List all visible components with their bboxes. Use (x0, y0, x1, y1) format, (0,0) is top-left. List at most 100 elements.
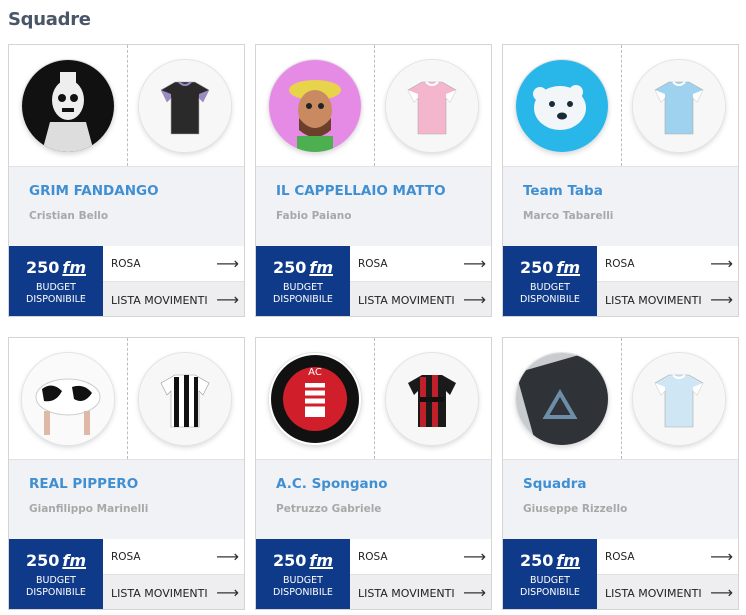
dashed-divider (127, 338, 128, 459)
red-crest-logo-icon[interactable]: AC (269, 353, 361, 445)
sky-blue-jersey-icon (633, 60, 725, 152)
budget-box: 250 fm BUDGET DISPONIBILE (503, 539, 597, 609)
rosa-link[interactable]: ROSA ⟶ (597, 539, 738, 575)
budget-amount: 250 (519, 551, 554, 570)
movimenti-label: LISTA MOVIMENTI (358, 586, 455, 600)
owner-name: Petruzzo Gabriele (276, 503, 382, 515)
budget-box: 250 fm BUDGET DISPONIBILE (256, 246, 350, 316)
dashed-divider (621, 338, 622, 459)
arrow-right-icon: ⟶ (216, 253, 239, 273)
rosa-label: ROSA (111, 550, 141, 563)
dark-photo-logo-icon[interactable] (516, 353, 608, 445)
currency-suffix: fm (62, 551, 87, 570)
svg-text:AC: AC (308, 367, 322, 378)
team-actions: 250 fm BUDGET DISPONIBILE ROSA ⟶ LISTA MOV… (503, 246, 738, 316)
owner-name: Cristian Bello (29, 210, 109, 222)
team-card: REAL PIPPERO Gianfilippo Marinelli 250 fm… (8, 337, 245, 610)
budget-box: 250 fm BUDGET DISPONIBILE (9, 246, 103, 316)
budget-box: 250 fm BUDGET DISPONIBILE (503, 246, 597, 316)
team-info: Team Taba Marco Tabarelli (503, 166, 738, 246)
team-info: A.C. Spongano Petruzzo Gabriele (256, 459, 491, 539)
budget-value: 250 fm (503, 258, 597, 277)
team-card: Squadra Giuseppe Rizzello 250 fm BUDGET DI… (502, 337, 739, 610)
rosa-label: ROSA (605, 550, 635, 563)
team-links: ROSA ⟶ LISTA MOVIMENTI ⟶ (597, 246, 738, 316)
owner-name: Fabio Paiano (276, 210, 352, 222)
budget-label: BUDGET DISPONIBILE (273, 282, 333, 305)
team-card: Team Taba Marco Tabarelli 250 fm BUDGET DI… (502, 44, 739, 317)
budget-box: 250 fm BUDGET DISPONIBILE (9, 539, 103, 609)
movimenti-link[interactable]: LISTA MOVIMENTI ⟶ (103, 282, 244, 316)
team-actions: 250 fm BUDGET DISPONIBILE ROSA ⟶ LISTA MOV… (256, 539, 491, 609)
budget-amount: 250 (272, 258, 307, 277)
team-name-link[interactable]: REAL PIPPERO (29, 476, 138, 492)
budget-label: BUDGET DISPONIBILE (273, 575, 333, 598)
team-images (256, 45, 491, 166)
arrow-right-icon: ⟶ (463, 546, 486, 566)
team-card: GRIM FANDANGO Cristian Bello 250 fm BUDGE… (8, 44, 245, 317)
budget-amount: 250 (25, 551, 60, 570)
dashed-divider (374, 338, 375, 459)
team-name-link[interactable]: Team Taba (523, 183, 603, 199)
budget-value: 250 fm (9, 258, 103, 277)
movimenti-label: LISTA MOVIMENTI (111, 586, 208, 600)
page-title: Squadre (8, 9, 91, 30)
team-name-link[interactable]: A.C. Spongano (276, 476, 388, 492)
arrow-right-icon: ⟶ (710, 290, 733, 309)
rosa-label: ROSA (605, 257, 635, 270)
team-card: AC A.C. Spongano Petruzzo Gabriele 250 fm… (255, 337, 492, 610)
arrow-right-icon: ⟶ (710, 583, 733, 602)
rosa-link[interactable]: ROSA ⟶ (350, 539, 491, 575)
cow-logo-icon[interactable] (22, 353, 114, 445)
team-images: AC (256, 338, 491, 459)
rosa-link[interactable]: ROSA ⟶ (350, 246, 491, 282)
movimenti-label: LISTA MOVIMENTI (111, 293, 208, 307)
currency-suffix: fm (309, 258, 334, 277)
currency-suffix: fm (556, 551, 581, 570)
team-info: REAL PIPPERO Gianfilippo Marinelli (9, 459, 244, 539)
light-blue-jersey-icon (633, 353, 725, 445)
movimenti-link[interactable]: LISTA MOVIMENTI ⟶ (350, 282, 491, 316)
budget-value: 250 fm (256, 258, 350, 277)
team-info: Squadra Giuseppe Rizzello (503, 459, 738, 539)
owner-name: Giuseppe Rizzello (523, 503, 628, 515)
team-actions: 250 fm BUDGET DISPONIBILE ROSA ⟶ LISTA MOV… (9, 539, 244, 609)
arrow-right-icon: ⟶ (710, 546, 733, 566)
arrow-right-icon: ⟶ (463, 253, 486, 273)
pink-white-jersey-icon (386, 60, 478, 152)
budget-label: BUDGET DISPONIBILE (520, 575, 580, 598)
black-white-stripes-jersey-icon (139, 353, 231, 445)
arrow-right-icon: ⟶ (216, 583, 239, 602)
team-actions: 250 fm BUDGET DISPONIBILE ROSA ⟶ LISTA MOV… (9, 246, 244, 316)
arrow-right-icon: ⟶ (216, 290, 239, 309)
budget-amount: 250 (519, 258, 554, 277)
team-links: ROSA ⟶ LISTA MOVIMENTI ⟶ (103, 246, 244, 316)
movimenti-link[interactable]: LISTA MOVIMENTI ⟶ (597, 575, 738, 609)
owner-name: Marco Tabarelli (523, 210, 614, 222)
team-name-link[interactable]: IL CAPPELLAIO MATTO (276, 183, 446, 199)
arrow-right-icon: ⟶ (710, 253, 733, 273)
rosa-label: ROSA (111, 257, 141, 270)
budget-amount: 250 (272, 551, 307, 570)
movimenti-link[interactable]: LISTA MOVIMENTI ⟶ (597, 282, 738, 316)
mad-hatter-logo-icon[interactable] (269, 60, 361, 152)
budget-value: 250 fm (503, 551, 597, 570)
team-links: ROSA ⟶ LISTA MOVIMENTI ⟶ (103, 539, 244, 609)
team-name-link[interactable]: GRIM FANDANGO (29, 183, 159, 199)
team-links: ROSA ⟶ LISTA MOVIMENTI ⟶ (350, 539, 491, 609)
arrow-right-icon: ⟶ (216, 546, 239, 566)
rosa-link[interactable]: ROSA ⟶ (103, 246, 244, 282)
movimenti-label: LISTA MOVIMENTI (605, 586, 702, 600)
skeleton-logo-icon[interactable] (22, 60, 114, 152)
team-actions: 250 fm BUDGET DISPONIBILE ROSA ⟶ LISTA MOV… (503, 539, 738, 609)
budget-amount: 250 (25, 258, 60, 277)
rosa-link[interactable]: ROSA ⟶ (103, 539, 244, 575)
arrow-right-icon: ⟶ (463, 290, 486, 309)
team-name-link[interactable]: Squadra (523, 476, 587, 492)
rosa-link[interactable]: ROSA ⟶ (597, 246, 738, 282)
movimenti-link[interactable]: LISTA MOVIMENTI ⟶ (350, 575, 491, 609)
movimenti-link[interactable]: LISTA MOVIMENTI ⟶ (103, 575, 244, 609)
arrow-right-icon: ⟶ (463, 583, 486, 602)
dashed-divider (621, 45, 622, 166)
polar-bear-logo-icon[interactable] (516, 60, 608, 152)
